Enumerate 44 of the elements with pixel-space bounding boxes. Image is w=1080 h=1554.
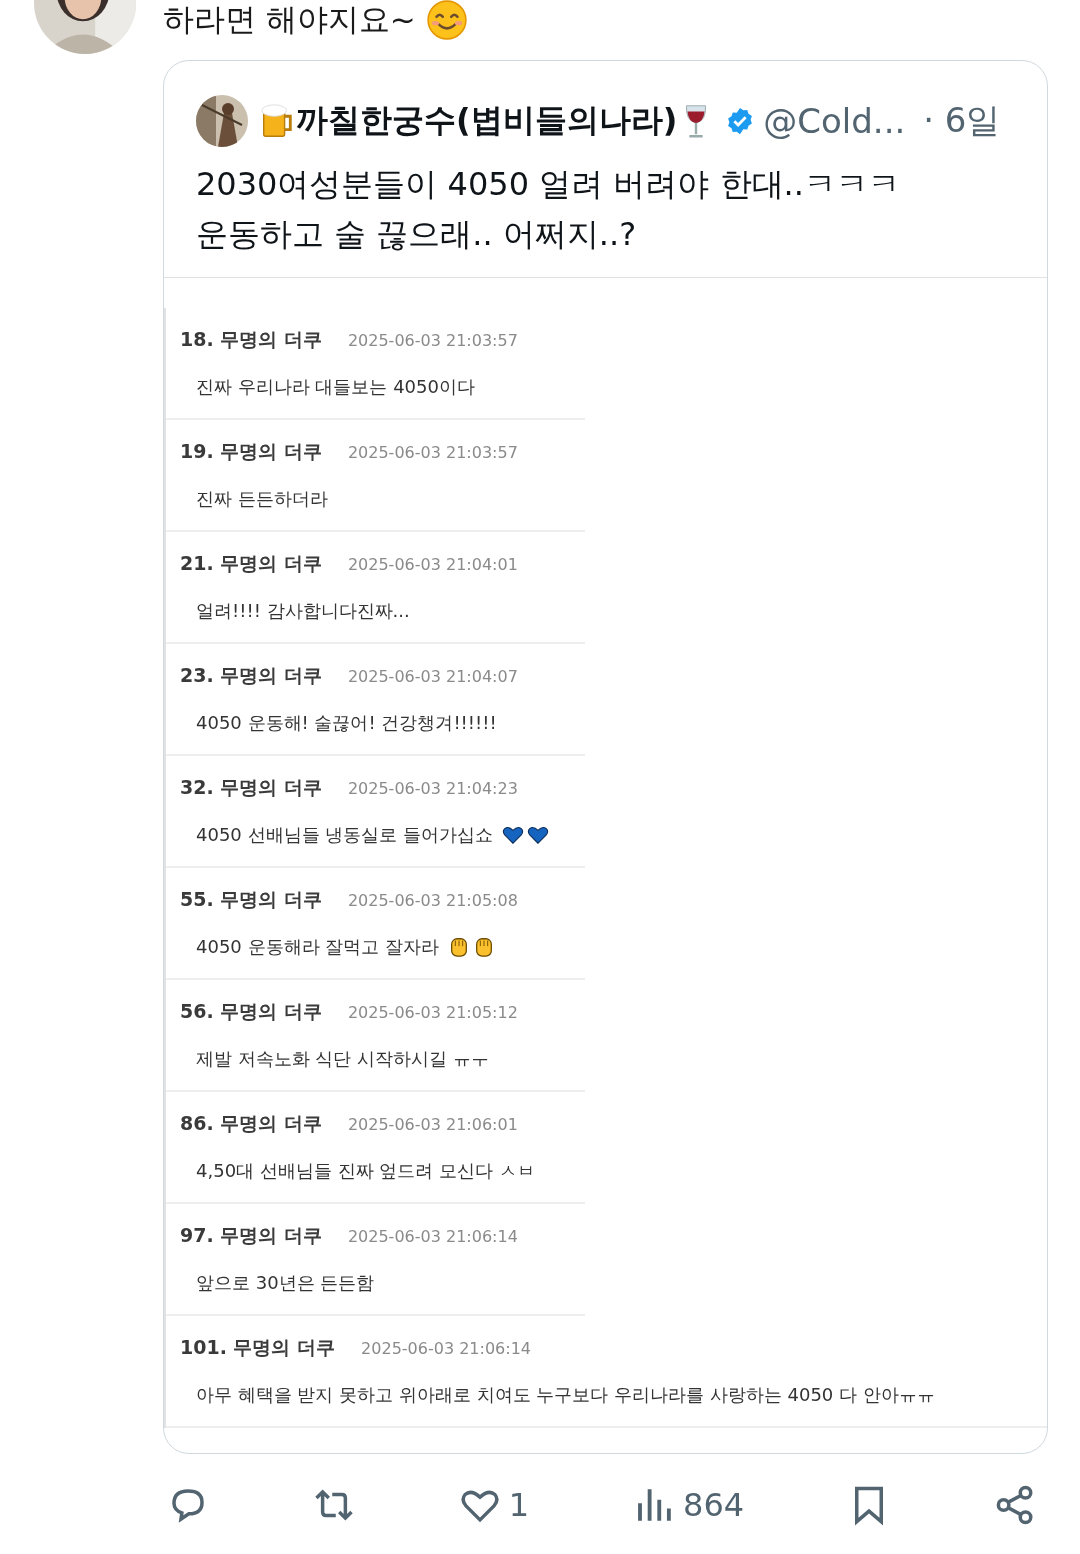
comment-text: 진짜 든든하더라 xyxy=(196,487,328,511)
comment-date: 2025-06-03 21:04:07 xyxy=(347,667,518,686)
heart-emoji-icon xyxy=(527,824,549,846)
comment-date: 2025-06-03 21:04:01 xyxy=(347,555,518,574)
comment-author: 21. 무명의 더쿠 xyxy=(180,551,322,576)
comment-text: 얼려!!!! 감사합니다진짜... xyxy=(196,599,410,623)
comment-author: 18. 무명의 더쿠 xyxy=(180,327,322,352)
comment-author: 55. 무명의 더쿠 xyxy=(180,887,322,912)
comment-date: 2025-06-03 21:04:23 xyxy=(347,779,518,798)
smile-emoji-icon xyxy=(425,0,468,41)
comment-text: 진짜 우리나라 대들보는 4050이다 xyxy=(196,375,475,399)
comment-date: 2025-06-03 21:03:57 xyxy=(347,331,518,350)
comment-author: 97. 무명의 더쿠 xyxy=(180,1223,322,1248)
comment-date: 2025-06-03 21:06:01 xyxy=(347,1115,518,1134)
comment-date: 2025-06-03 21:05:12 xyxy=(347,1003,518,1022)
comment-date: 2025-06-03 21:06:14 xyxy=(361,1339,532,1358)
comment-text: 앞으로 30년은 든든함 xyxy=(196,1271,375,1295)
comment-text: 4050 운동해라 잘먹고 잘자라 xyxy=(196,935,439,959)
comment-text: 4050 운동해! 술끊어! 건강챙겨!!!!!! xyxy=(196,711,497,735)
post-text-line: 운동하고 술 끊으래.. 어쩌지..? xyxy=(196,214,638,255)
comment-author: 19. 무명의 더쿠 xyxy=(180,439,322,464)
comment-text: 아무 혜택을 받지 못하고 위아래로 치여도 누구보다 우리나라를 사랑하는 4050 다 안아ㅠㅠ xyxy=(196,1383,935,1407)
post-time: · 6일 xyxy=(923,99,1001,142)
quote-card[interactable] xyxy=(163,60,1048,1454)
comment-date: 2025-06-03 21:05:08 xyxy=(347,891,518,910)
like-count: 1 xyxy=(508,1486,530,1524)
comment-author: 56. 무명의 더쿠 xyxy=(180,999,322,1024)
views-count: 864 xyxy=(683,1486,745,1524)
fist-emoji-icon xyxy=(448,936,470,958)
tweet-text: 하라면 해야지요~ xyxy=(163,0,416,39)
author-name[interactable]: 까칠한궁수(볍비들의나라) xyxy=(296,99,678,143)
comment-author: 23. 무명의 더쿠 xyxy=(180,663,322,688)
comment-author: 101. 무명의 더쿠 xyxy=(180,1335,336,1360)
author-handle: @Cold... xyxy=(763,101,906,141)
comment-text: 4,50대 선배님들 진짜 엎드려 모신다 ㅅㅂ xyxy=(196,1159,535,1183)
comment-author: 32. 무명의 더쿠 xyxy=(180,775,322,800)
comment-text: 4050 선배님들 냉동실로 들어가십쇼 xyxy=(196,823,493,847)
comment-date: 2025-06-03 21:03:57 xyxy=(347,443,518,462)
comment-text: 제발 저속노화 식단 시작하시길 ㅠㅜ xyxy=(196,1047,489,1071)
comment-date: 2025-06-03 21:06:14 xyxy=(347,1227,518,1246)
post-text-line: 2030여성분들이 4050 얼려 버려야 한대..ㅋㅋㅋ xyxy=(196,164,901,205)
fist-emoji-icon xyxy=(473,936,495,958)
heart-emoji-icon xyxy=(502,824,524,846)
comment-author: 86. 무명의 더쿠 xyxy=(180,1111,322,1136)
